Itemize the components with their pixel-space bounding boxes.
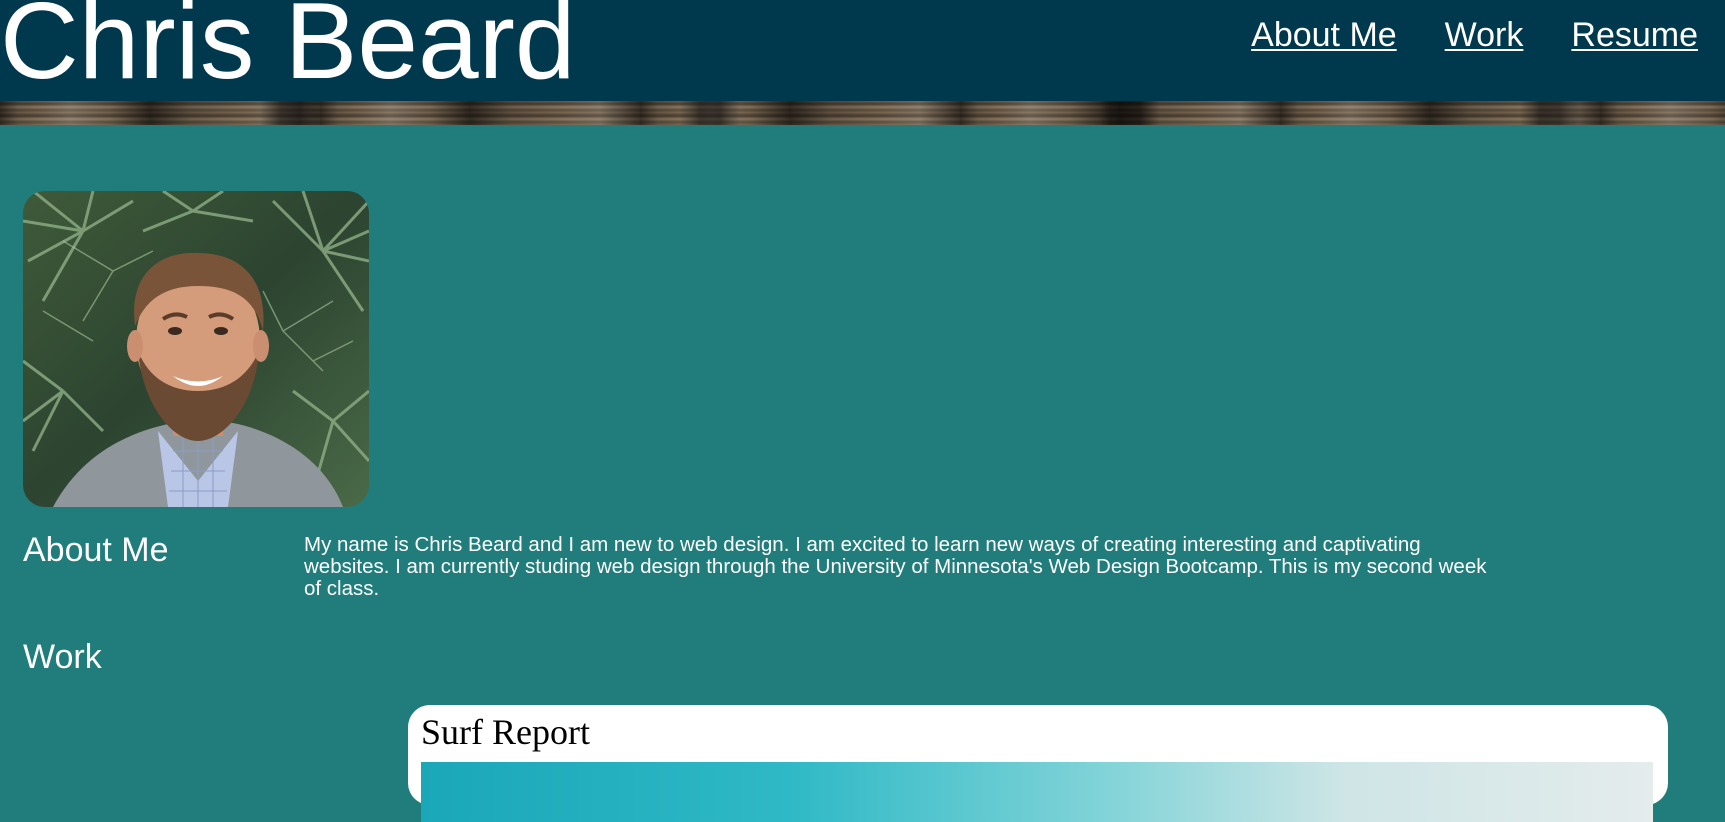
site-title: Chris Beard <box>0 0 576 102</box>
nav-link-about-me[interactable]: About Me <box>1251 16 1397 54</box>
nav-link-work[interactable]: Work <box>1445 16 1524 54</box>
nav-link-resume[interactable]: Resume <box>1571 16 1698 54</box>
about-text: My name is Chris Beard and I am new to w… <box>304 533 1487 600</box>
main-nav: About Me Work Resume <box>1251 16 1698 54</box>
work-card-surf-report[interactable]: Surf Report <box>408 705 1668 822</box>
profile-photo <box>23 191 369 507</box>
surf-report-image[interactable] <box>421 762 1653 822</box>
work-heading: Work <box>23 638 102 676</box>
about-heading: About Me <box>23 531 169 569</box>
wood-banner <box>0 101 1725 125</box>
work-card-title: Surf Report <box>421 712 590 752</box>
site-header: Chris Beard About Me Work Resume <box>0 0 1725 101</box>
